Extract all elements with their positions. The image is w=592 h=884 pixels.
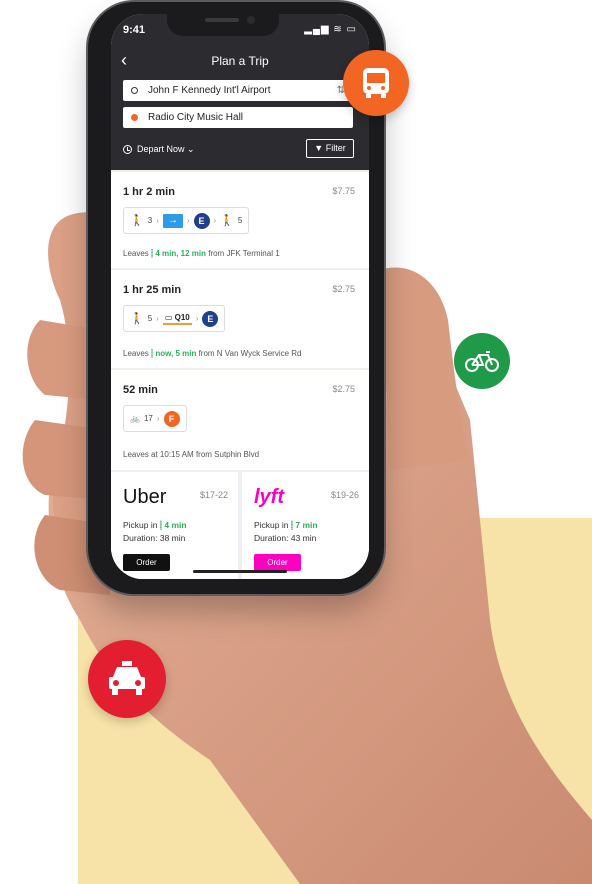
bus-route-number: Q10 <box>174 313 190 322</box>
walk-minutes: 5 <box>147 314 153 323</box>
bike-minutes: 17 <box>143 414 153 423</box>
status-time: 9:41 <box>123 24 146 36</box>
phone-notch <box>167 12 279 36</box>
bus-glyph-icon <box>363 68 389 98</box>
route-steps: 🚲 17 › F <box>123 405 187 432</box>
app-screen: 9:41 ▂▄▆ ≋ ▭ ‹ Plan a Trip John F Kenned… <box>111 14 369 579</box>
home-indicator <box>193 570 287 573</box>
subway-line-badge: E <box>193 212 210 229</box>
route-card[interactable]: 52 min $2.75 🚲 17 › F Leaves at 10:15 AM … <box>111 370 369 470</box>
chevron-right-icon: › <box>156 414 160 423</box>
taxi-icon <box>88 640 166 718</box>
leaves-suffix: from JFK Terminal 1 <box>206 249 280 258</box>
subway-line-badge: F <box>163 410 180 427</box>
origin-field[interactable]: John F Kennedy Int'l Airport ⇅ <box>123 80 353 101</box>
rideshare-section: Uber $17-22 Pickup in ⸽ 4 min Duration: … <box>111 472 369 579</box>
walk-icon: 🚶 <box>220 215 234 227</box>
filter-icon: ▼ <box>314 143 324 153</box>
pickup-prefix: Pickup in <box>123 520 160 530</box>
leaves-prefix: Leaves <box>123 349 152 358</box>
route-steps: 🚶 3 › → › E › 🚶 5 <box>123 207 250 234</box>
route-duration: 1 hr 2 min <box>123 186 175 198</box>
route-price: $2.75 <box>332 284 355 294</box>
live-times-text: 4 min, 12 min <box>155 249 206 258</box>
bus-route-badge: ▭ Q10 <box>162 312 192 325</box>
airtrain-icon: → <box>162 213 183 228</box>
route-leaves: Leaves ⸽ 4 min, 12 min from JFK Terminal… <box>123 248 280 259</box>
chevron-right-icon: › <box>156 216 159 225</box>
ride-pickup: Pickup in ⸽ 7 min <box>254 520 318 531</box>
chevron-right-icon: › <box>213 216 217 225</box>
depart-selector[interactable]: Depart Now ⌄ <box>123 144 195 155</box>
pickup-prefix: Pickup in <box>254 520 291 530</box>
walk-minutes: 5 <box>237 216 243 225</box>
ride-price: $17-22 <box>199 490 228 500</box>
ride-card[interactable]: lyft $19-26 Pickup in ⸽ 7 min Duration: … <box>242 472 369 579</box>
filter-label: Filter <box>325 143 346 153</box>
destination-field[interactable]: Radio City Music Hall <box>123 107 353 128</box>
route-duration: 1 hr 25 min <box>123 284 182 296</box>
depart-label: Depart Now ⌄ <box>137 144 195 154</box>
filter-button[interactable]: ▼ Filter <box>306 139 354 158</box>
status-icons: ▂▄▆ ≋ ▭ <box>304 24 357 35</box>
pickup-time: ⸽ 4 min <box>159 520 187 530</box>
ride-price: $19-26 <box>330 490 359 500</box>
clock-icon <box>123 145 132 154</box>
ride-duration: Duration: 43 min <box>254 533 317 543</box>
route-steps: 🚶 5 › ▭ Q10 › E <box>123 305 226 332</box>
live-times-text: now, 5 min <box>155 349 197 358</box>
destination-text: Radio City Music Hall <box>148 112 244 123</box>
destination-dot-icon <box>131 114 138 121</box>
chevron-right-icon: › <box>186 216 190 225</box>
leaves-prefix: Leaves <box>123 249 152 258</box>
trip-header: 9:41 ▂▄▆ ≋ ▭ ‹ Plan a Trip John F Kenned… <box>111 14 369 170</box>
chevron-right-icon: › <box>195 314 199 323</box>
route-card[interactable]: 1 hr 25 min $2.75 🚶 5 › ▭ Q10 › E Leaves … <box>111 270 369 368</box>
route-leaves: Leaves at 10:15 AM from Sutphin Blvd <box>123 450 260 459</box>
walk-minutes: 3 <box>147 216 153 225</box>
ride-card[interactable]: Uber $17-22 Pickup in ⸽ 4 min Duration: … <box>111 472 238 579</box>
live-times: ⸽ now, 5 min <box>151 349 197 358</box>
route-leaves: Leaves ⸽ now, 5 min from N Van Wyck Serv… <box>123 348 302 359</box>
walk-icon: 🚶 <box>130 313 144 325</box>
origin-dot-icon <box>131 87 138 94</box>
route-price: $2.75 <box>332 384 355 394</box>
bike-glyph-icon <box>465 351 499 372</box>
order-uber-button[interactable]: Order <box>123 554 170 571</box>
pickup-time: ⸽ 7 min <box>290 520 318 530</box>
bike-icon <box>454 333 510 389</box>
bus-icon <box>343 50 409 116</box>
bike-icon: 🚲 <box>130 414 140 423</box>
origin-text: John F Kennedy Int'l Airport <box>148 85 271 96</box>
page-title: Plan a Trip <box>211 54 269 68</box>
lyft-logo: lyft <box>254 486 284 508</box>
live-times: ⸽ 4 min, 12 min <box>151 249 206 258</box>
chevron-right-icon: › <box>156 314 159 323</box>
walk-icon: 🚶 <box>130 215 144 227</box>
route-price: $7.75 <box>332 186 355 196</box>
subway-line-badge: E <box>202 310 219 327</box>
pickup-time-text: 4 min <box>164 520 187 530</box>
uber-logo: Uber <box>123 486 167 508</box>
pickup-time-text: 7 min <box>295 520 318 530</box>
route-duration: 52 min <box>123 384 158 396</box>
ride-duration: Duration: 38 min <box>123 533 186 543</box>
route-card[interactable]: 1 hr 2 min $7.75 🚶 3 › → › E › 🚶 5 Leaves … <box>111 172 369 268</box>
taxi-glyph-icon <box>109 661 145 695</box>
ride-pickup: Pickup in ⸽ 4 min <box>123 520 187 531</box>
order-lyft-button[interactable]: Order <box>254 554 301 571</box>
leaves-suffix: from N Van Wyck Service Rd <box>196 349 302 358</box>
